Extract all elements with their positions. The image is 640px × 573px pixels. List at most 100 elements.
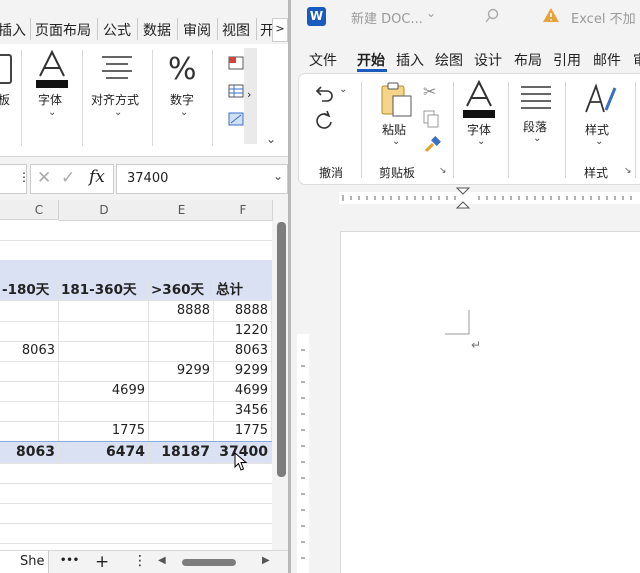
tab-review-partial[interactable]: 审 [633,50,640,70]
total-cell[interactable]: 18187 [149,442,214,462]
table-row[interactable]: 1775 1775 [0,421,272,442]
tab-references[interactable]: 引用 [553,50,581,70]
tab-data[interactable]: 数据 [143,20,171,40]
total-cell[interactable]: 8063 [0,442,59,462]
column-header-e[interactable]: E [149,200,215,221]
header-cell[interactable]: >360天 [149,280,214,300]
tab-insert-word[interactable]: 插入 [396,50,424,70]
tab-review[interactable]: 审阅 [183,20,211,40]
collapse-ribbon-icon[interactable]: ⌄ [266,132,276,146]
table-row[interactable]: 1220 [0,321,272,342]
tab-page-layout[interactable]: 页面布局 [35,20,91,40]
cell[interactable]: 9299 [149,361,214,381]
copy-icon[interactable] [423,110,439,128]
table-row[interactable]: 3456 [0,401,272,422]
cell[interactable] [149,321,214,341]
styles-icon[interactable] [582,82,618,118]
cell[interactable] [59,341,149,361]
cell[interactable] [59,401,149,421]
number-chevron-icon[interactable]: ⌄ [180,107,188,118]
conditional-format-icon[interactable] [228,56,244,74]
tab-view[interactable]: 视图 [222,20,250,40]
vertical-ruler[interactable] [291,230,315,573]
redo-icon[interactable] [313,110,335,132]
cell[interactable]: 8888 [214,301,272,321]
cell[interactable]: 8063 [214,341,272,361]
horizontal-ruler[interactable] [321,186,640,210]
cell[interactable] [0,361,59,381]
tab-home[interactable]: 开始 [357,50,385,70]
cell-styles-icon[interactable] [228,112,244,130]
tab-formulas[interactable]: 公式 [103,20,131,40]
tabs-scroll-button[interactable]: > [272,18,288,42]
document-title[interactable]: 新建 DOC... [351,8,423,27]
table-row[interactable] [0,503,272,524]
cell[interactable] [59,321,149,341]
enter-icon[interactable]: ✓ [61,168,75,188]
cell[interactable] [0,421,59,441]
cell[interactable]: 3456 [214,401,272,421]
font-chevron-icon-word[interactable]: ⌄ [477,136,485,147]
table-row[interactable] [0,523,272,544]
font-chevron-icon[interactable]: ⌄ [48,107,56,118]
cell[interactable] [0,381,59,401]
title-chevron-icon[interactable]: ⌄ [426,6,436,20]
cancel-icon[interactable]: ✕ [37,168,51,188]
format-table-icon[interactable] [228,84,244,102]
header-cell[interactable]: -180天 [0,280,59,300]
cell[interactable]: 4699 [59,381,149,401]
table-row[interactable] [0,240,272,261]
table-row[interactable]: 8063 8063 [0,341,272,362]
cut-icon[interactable]: ✂ [423,82,436,101]
horizontal-scrollbar[interactable] [182,559,236,566]
table-row[interactable] [0,463,272,484]
paste-chevron-icon[interactable]: ⌄ [392,136,400,147]
formula-input[interactable]: 37400 ⌄ [116,164,288,194]
total-row[interactable]: 8063 6474 18187 37400 [0,441,272,464]
header-cell[interactable]: 总计 [214,280,272,300]
table-row[interactable]: 8888 8888 [0,301,272,322]
cell[interactable]: 4699 [214,381,272,401]
cell[interactable]: 1775 [59,421,149,441]
cell[interactable] [59,301,149,321]
table-row[interactable] [0,220,272,241]
document-page[interactable]: ↵ [341,232,640,573]
cell[interactable] [59,361,149,381]
tab-layout[interactable]: 布局 [514,50,542,70]
tab-mailings[interactable]: 邮件 [593,50,621,70]
alignment-icon[interactable] [100,54,134,84]
cell[interactable] [0,401,59,421]
name-box-options-icon[interactable]: ⋮ [18,170,30,184]
tab-draw[interactable]: 绘图 [435,50,463,70]
paragraph-icon[interactable] [519,84,553,110]
cell[interactable]: 1775 [214,421,272,441]
cell[interactable]: 8063 [0,341,59,361]
cell[interactable]: 1220 [214,321,272,341]
sheet-menu-icon[interactable]: ⋮ [133,553,147,569]
clipboard-launcher-icon[interactable]: ↘ [439,166,447,176]
add-sheet-icon[interactable]: + [95,552,109,572]
cell[interactable]: 8888 [149,301,214,321]
styles-chevron-icon[interactable]: ⌄ [595,136,603,147]
column-header-c[interactable]: C [0,200,59,220]
column-header-f[interactable]: F [214,200,273,221]
undo-icon[interactable] [313,84,335,102]
sheet-more-icon[interactable]: ••• [60,555,79,566]
tab-file[interactable]: 文件 [309,50,337,70]
cell[interactable] [0,301,59,321]
scroll-left-icon[interactable]: ◀ [158,555,166,566]
styles-launcher-icon[interactable]: ↘ [624,166,632,176]
undo-chevron-icon[interactable]: ⌄ [339,84,347,95]
format-painter-icon[interactable] [423,136,441,154]
cell[interactable] [0,321,59,341]
sheet-tab[interactable]: She [0,551,49,573]
percent-icon[interactable]: % [168,52,197,87]
table-row[interactable]: 4699 4699 [0,381,272,402]
scroll-right-icon[interactable]: ▶ [262,555,270,566]
paste-icon[interactable] [379,82,413,118]
paragraph-chevron-icon[interactable]: ⌄ [533,133,541,144]
vertical-scrollbar[interactable] [277,222,286,477]
cell[interactable] [149,341,214,361]
font-icon-word[interactable] [459,80,499,124]
spreadsheet-grid[interactable]: C D E F -180天 181-360天 >360天 总计 8888 888… [0,200,273,550]
